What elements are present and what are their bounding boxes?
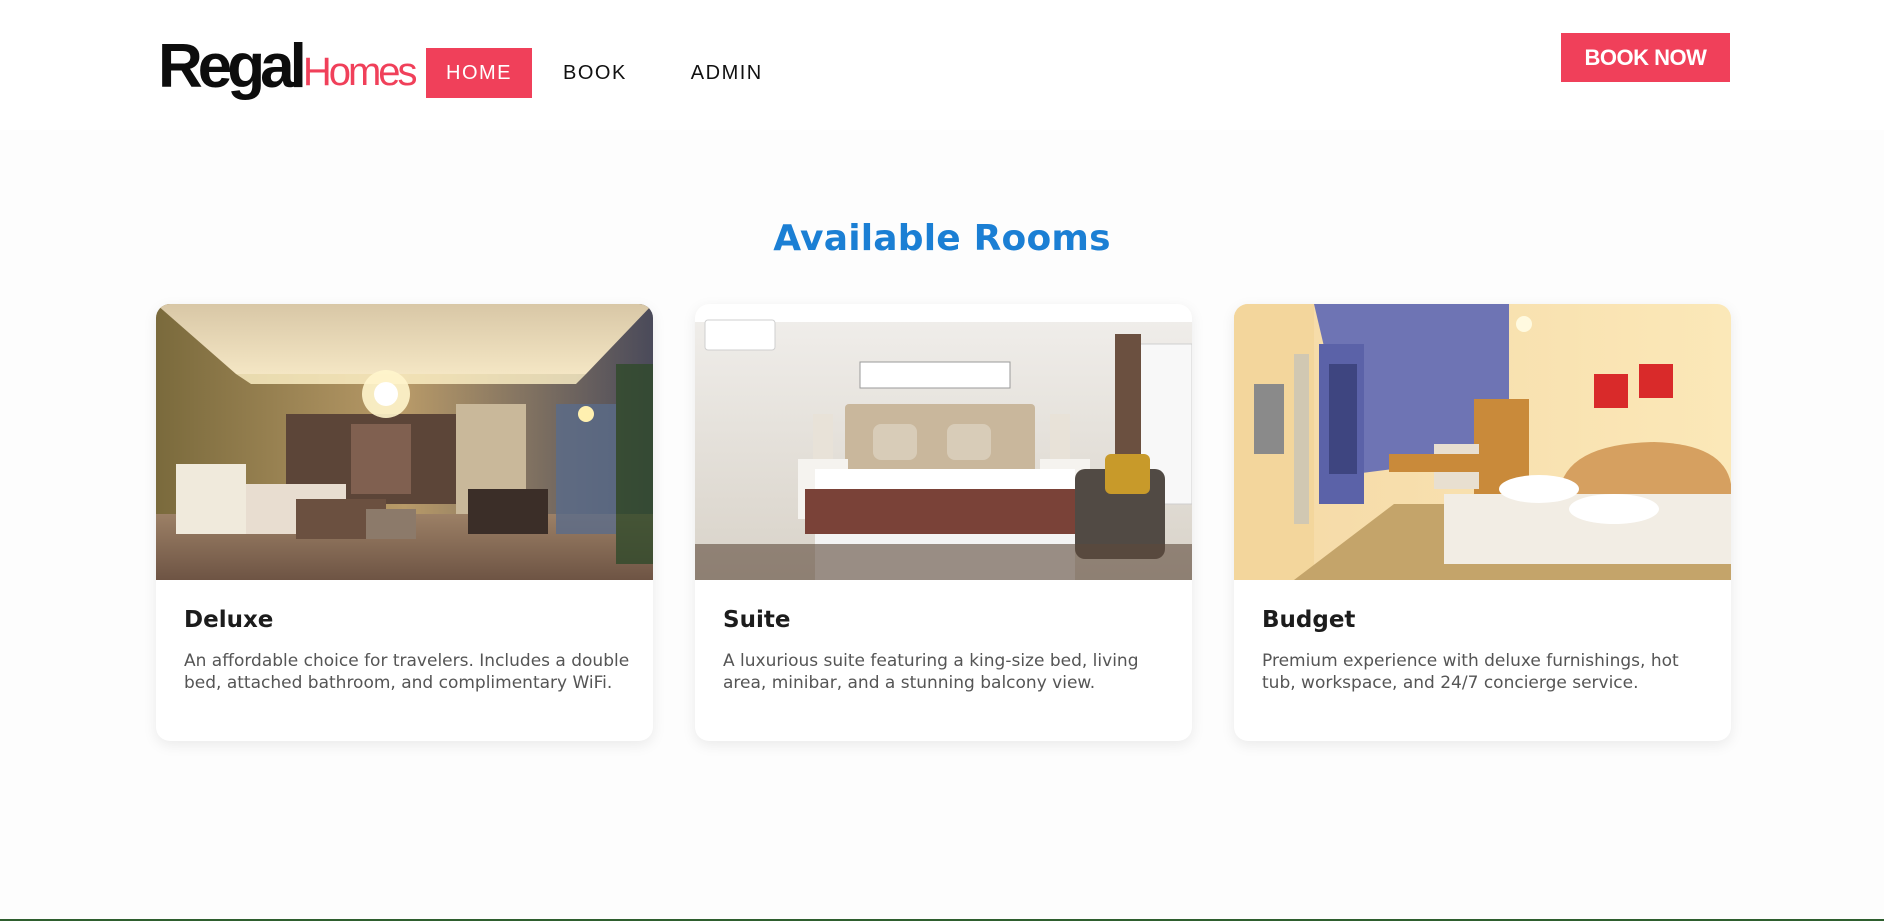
nav-item-book[interactable]: BOOK <box>542 48 648 98</box>
room-description: An affordable choice for travelers. Incl… <box>184 651 630 693</box>
room-title: Suite <box>723 607 791 633</box>
room-description: Premium experience with deluxe furnishin… <box>1262 651 1679 693</box>
logo-primary-text: Regal <box>158 32 307 101</box>
room-title: Budget <box>1262 607 1356 633</box>
site-header: Regal Homes HOME BOOK ADMIN BOOK NOW <box>0 0 1884 130</box>
brand-logo[interactable]: Regal Homes <box>158 26 418 101</box>
room-image-suite <box>695 304 1192 580</box>
nav-item-home[interactable]: HOME <box>426 48 532 98</box>
book-now-button[interactable]: BOOK NOW <box>1561 33 1730 82</box>
room-cards: Deluxe An affordable choice for traveler… <box>156 304 1731 741</box>
logo-secondary-text: Homes <box>302 50 418 94</box>
section-title: Available Rooms <box>773 218 1111 259</box>
page: Regal Homes HOME BOOK ADMIN BOOK NOW Ava… <box>0 0 1884 921</box>
room-title: Deluxe <box>184 607 274 633</box>
room-card-budget[interactable]: Budget Premium experience with deluxe fu… <box>1234 304 1731 741</box>
nav-item-admin[interactable]: ADMIN <box>670 48 784 98</box>
room-card-suite[interactable]: Suite A luxurious suite featuring a king… <box>695 304 1192 741</box>
room-image-deluxe <box>156 304 653 580</box>
room-image-budget <box>1234 304 1731 580</box>
main-nav: HOME BOOK ADMIN <box>426 48 784 98</box>
room-card-deluxe[interactable]: Deluxe An affordable choice for traveler… <box>156 304 653 741</box>
room-description: A luxurious suite featuring a king-size … <box>723 651 1139 693</box>
